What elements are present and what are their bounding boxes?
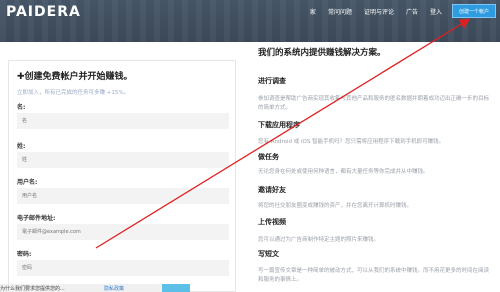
privacy-note: 为什么我们要求您提供您的...	[0, 286, 65, 292]
right-title: 我们的系统内提供赚钱解决方案。	[258, 48, 386, 58]
nav-item-testimonials[interactable]: 证明与评论	[358, 4, 400, 19]
nav-item-home[interactable]: 家	[304, 4, 322, 19]
privacy-policy-link[interactable]: 隐私政策	[104, 285, 124, 292]
section-title-surveys: 进行调查	[258, 77, 286, 85]
section-desc-tasks: 无论您身在何处或使用何种语言，都有大量任务等你完成并从中赚钱。	[258, 169, 429, 175]
header: PAIDERA 家 常问问题 证明与评论 广告 登入 创建一个帐户	[0, 0, 500, 42]
password-input[interactable]	[17, 260, 229, 276]
section-title-videos: 上传视频	[258, 218, 286, 226]
site-logo[interactable]: PAIDERA	[6, 4, 81, 20]
create-account-button[interactable]: 创建一个帐户	[452, 4, 496, 18]
signup-form-panel: ✚创建免费帐户并开始赚钱。 立即加入，所有已完成的任务可多赚 +15%。 名: …	[8, 60, 236, 292]
nav-item-ads[interactable]: 广告	[400, 4, 424, 19]
password-label: 密码:	[17, 251, 32, 258]
section-desc-apps: 您有 Android 或 iOS 智能手机吗？您只需将应用程序下载到手机即可赚钱…	[258, 139, 445, 145]
first-name-input[interactable]	[17, 113, 229, 129]
section-desc-articles: 写一篇宣传文章是一种简单的被动方式，可以从我们的系统中赚钱，而不用花更多的时间在…	[258, 268, 490, 283]
username-input[interactable]	[17, 188, 229, 204]
nav-item-login[interactable]: 登入	[424, 4, 448, 19]
section-title-invite: 邀请好友	[258, 186, 286, 194]
submit-button[interactable]	[162, 284, 190, 292]
email-input[interactable]	[17, 224, 229, 240]
section-desc-videos: 您可以通过为广告商制作特定主题的照片来赚钱。	[258, 237, 380, 243]
form-subtitle: 立即加入，所有已完成的任务可多赚 +15%。	[17, 90, 130, 96]
username-label: 用户名:	[17, 179, 38, 186]
main-nav: 家 常问问题 证明与评论 广告 登入	[304, 4, 448, 19]
first-name-label: 名:	[17, 104, 26, 111]
section-title-articles: 写短文	[258, 250, 279, 258]
section-title-apps: 下载应用程序	[258, 121, 300, 129]
section-title-tasks: 做任务	[258, 153, 279, 161]
nav-item-faq[interactable]: 常问问题	[322, 4, 358, 19]
last-name-input[interactable]	[17, 152, 229, 168]
section-desc-invite: 将您的社交朋友圈变成赚钱的资产，并在您离开计算机时赚钱。	[258, 203, 413, 209]
email-label: 电子邮件地址:	[17, 215, 56, 222]
form-title: ✚创建免费帐户并开始赚钱。	[17, 72, 133, 82]
section-desc-surveys: 参加调查是帮助广告商实现其收集与其他产品和服务的匿名数据并朝着成功迈出正确一步的…	[258, 96, 490, 111]
last-name-label: 姓:	[17, 143, 26, 150]
